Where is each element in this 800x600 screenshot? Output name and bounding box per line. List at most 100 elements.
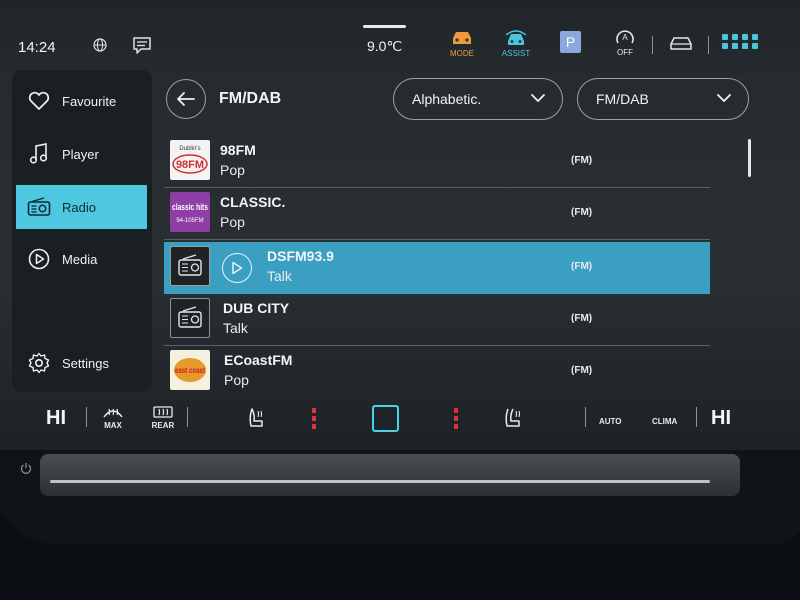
clock: 14:24	[18, 39, 56, 56]
radio-icon	[26, 195, 52, 219]
chevron-down-icon	[531, 94, 545, 102]
station-logo	[170, 246, 210, 286]
station-list: Dublin's 98FM 98FM Pop (FM) classic hits…	[164, 136, 710, 392]
station-genre: Pop	[224, 372, 249, 388]
station-logo: Dublin's 98FM	[170, 140, 210, 180]
sort-dropdown[interactable]: Alphabetic.	[393, 78, 563, 120]
chevron-down-icon	[717, 94, 731, 102]
station-band: (FM)	[571, 365, 593, 376]
auto-climate-button[interactable]: AUTO	[599, 417, 622, 426]
sort-dropdown-value: Alphabetic.	[412, 91, 482, 107]
climate-bar: HI MAX REAR AUTO CLIMA HI	[0, 395, 800, 445]
station-name: CLASSIC.	[220, 194, 286, 210]
station-row[interactable]: Dublin's 98FM 98FM Pop (FM)	[164, 136, 710, 188]
back-arrow-icon	[177, 92, 195, 106]
sidebar-item-media[interactable]: Media	[16, 237, 147, 281]
station-band: (FM)	[571, 261, 593, 272]
power-icon[interactable]	[20, 462, 32, 474]
play-circle-icon	[26, 247, 52, 271]
right-heat-level	[454, 408, 458, 429]
assist-icon	[505, 30, 527, 45]
infotainment-screen: 14:24 9.0℃ MODE ASSIST P A OFF Favourite…	[0, 0, 800, 450]
station-name: 98FM	[220, 142, 256, 158]
logo-text: east coast	[175, 366, 205, 375]
station-genre: Pop	[220, 162, 245, 178]
apps-grid-icon[interactable]	[722, 33, 758, 51]
assist-label: ASSIST	[501, 49, 531, 58]
drive-mode-button[interactable]: MODE	[446, 29, 478, 58]
max-defrost-icon	[103, 408, 123, 418]
left-temperature[interactable]: HI	[46, 407, 66, 430]
sidebar-item-radio[interactable]: Radio	[16, 185, 147, 229]
status-divider	[652, 36, 653, 54]
station-genre: Talk	[267, 268, 292, 284]
source-dropdown[interactable]: FM/DAB	[577, 78, 749, 120]
sidebar-item-label: Settings	[62, 355, 109, 371]
slider-track	[50, 480, 710, 483]
svg-text:A: A	[622, 33, 628, 42]
station-logo: east coast	[170, 350, 210, 390]
max-defrost-button[interactable]: MAX	[99, 405, 127, 430]
sidebar-item-label: Media	[62, 251, 98, 267]
mode-icon	[453, 32, 471, 44]
sidebar-item-label: Favourite	[62, 93, 117, 109]
station-row[interactable]: DUB CITY Talk (FM)	[164, 294, 710, 346]
climate-divider	[187, 407, 188, 427]
right-seat-heat-icon[interactable]	[504, 407, 524, 429]
message-icon[interactable]	[132, 36, 152, 54]
station-row[interactable]: DSFM93.9 Talk (FM)	[164, 242, 710, 294]
right-temperature[interactable]: HI	[711, 407, 731, 430]
sidebar: Favourite Player Radio Media Settings	[12, 70, 152, 392]
station-name: ECoastFM	[224, 352, 293, 368]
page-title: FM/DAB	[219, 90, 282, 107]
assist-button[interactable]: ASSIST	[500, 29, 532, 58]
sidebar-item-settings[interactable]: Settings	[16, 341, 147, 385]
station-logo: classic hits 94-105FM	[170, 192, 210, 232]
outside-temperature: 9.0℃	[367, 38, 403, 54]
auto-off-label: OFF	[617, 48, 633, 57]
station-genre: Pop	[220, 214, 245, 230]
station-row[interactable]: east coast ECoastFM Pop (FM)	[164, 346, 710, 392]
gear-icon	[26, 351, 52, 375]
logo-subtext: 94-105FM	[176, 218, 203, 224]
climate-divider	[86, 407, 87, 427]
rear-defrost-button[interactable]: REAR	[148, 405, 178, 430]
station-name: DUB CITY	[223, 300, 290, 316]
mode-label: MODE	[450, 49, 474, 58]
play-button[interactable]	[222, 253, 252, 283]
source-dropdown-value: FM/DAB	[596, 91, 649, 107]
sidebar-item-label: Player	[62, 146, 99, 162]
sidebar-item-label: Radio	[62, 199, 96, 215]
sidebar-item-favourite[interactable]: Favourite	[16, 79, 147, 123]
rear-label: REAR	[151, 421, 175, 430]
back-button[interactable]	[166, 79, 206, 119]
station-band: (FM)	[571, 207, 593, 218]
rear-defrost-icon	[153, 406, 173, 418]
station-row[interactable]: classic hits 94-105FM CLASSIC. Pop (FM)	[164, 188, 710, 240]
home-button[interactable]	[372, 405, 399, 432]
climate-divider	[585, 407, 586, 427]
play-icon	[232, 261, 243, 275]
max-label: MAX	[104, 421, 122, 430]
temperature-indicator	[363, 25, 406, 28]
sidebar-item-player[interactable]: Player	[16, 132, 147, 176]
auto-off-button[interactable]: A OFF	[610, 28, 640, 57]
clima-button[interactable]: CLIMA	[652, 417, 677, 426]
climate-divider	[696, 407, 697, 427]
status-bar: 14:24 9.0℃ MODE ASSIST P A OFF	[0, 25, 800, 65]
scrollbar[interactable]	[748, 139, 751, 177]
volume-slider-strip[interactable]	[40, 454, 740, 496]
station-band: (FM)	[571, 155, 593, 166]
car-icon[interactable]	[668, 34, 694, 52]
logo-text: classic hits	[172, 202, 208, 212]
radio-panel: FM/DAB Alphabetic. FM/DAB Dublin's 98FM …	[152, 70, 772, 392]
station-name: DSFM93.9	[267, 248, 334, 264]
left-seat-heat-icon[interactable]	[246, 407, 266, 429]
left-heat-level	[312, 408, 316, 429]
touch-slider-area	[0, 450, 800, 540]
auto-off-icon: A	[616, 30, 634, 44]
music-note-icon	[26, 142, 52, 166]
globe-icon[interactable]	[93, 38, 107, 52]
parking-icon[interactable]: P	[560, 31, 581, 53]
logo-subtext: Dublin's	[179, 146, 200, 152]
